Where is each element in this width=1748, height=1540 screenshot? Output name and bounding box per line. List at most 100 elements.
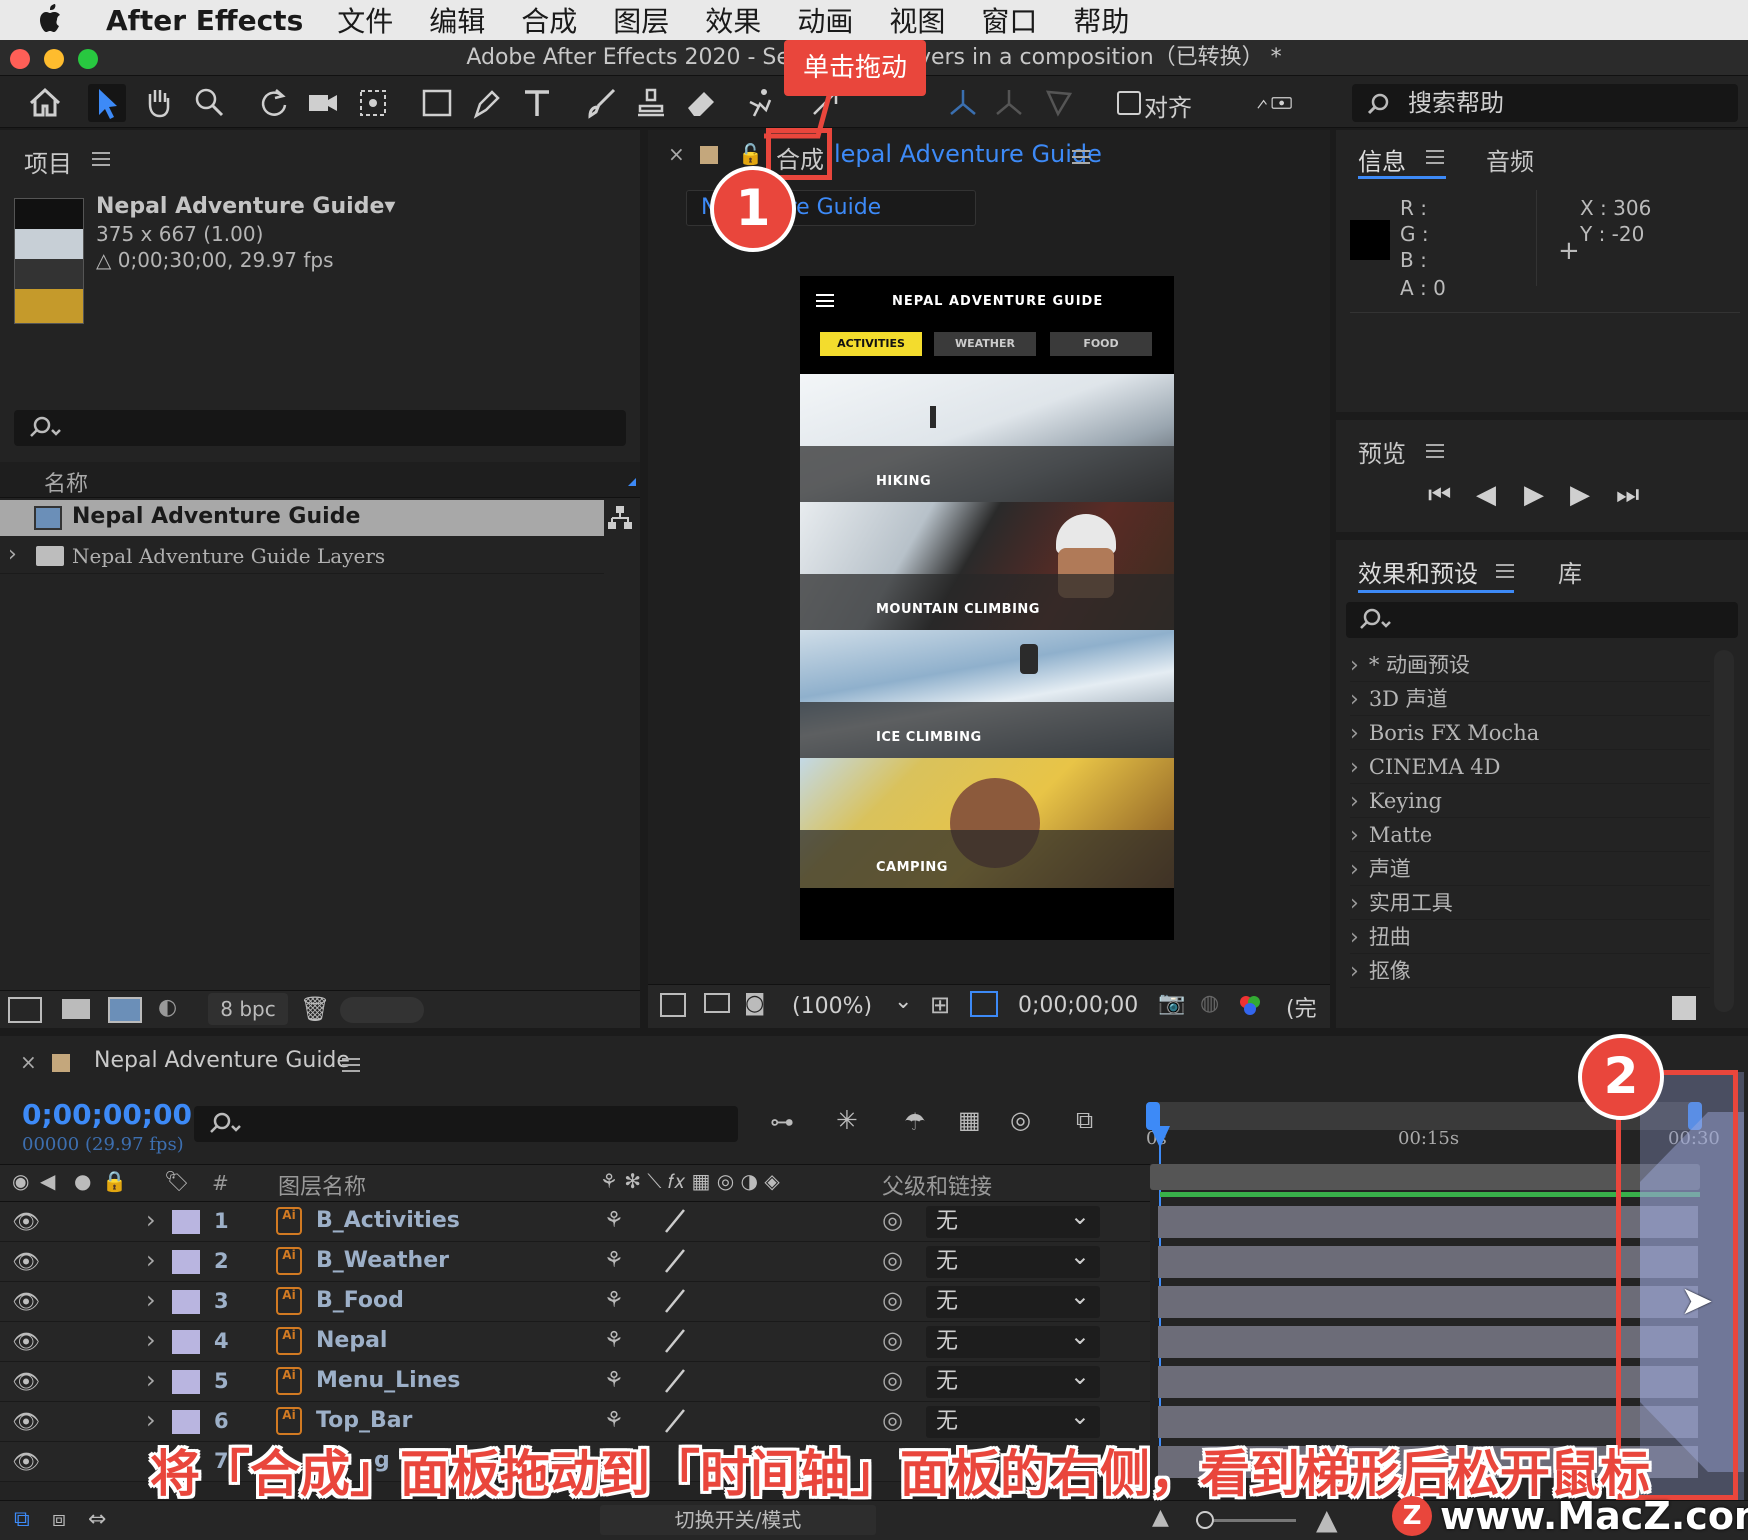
project-search-input[interactable] [14,410,626,446]
axis-local-icon[interactable] [944,84,982,122]
audio-tab[interactable]: 音频 [1486,142,1534,177]
zoom-out-icon[interactable]: ▲ [1152,1505,1169,1530]
expand-chevron-icon[interactable]: › [146,1286,156,1314]
menu-layer[interactable]: 图层 [613,0,669,40]
close-window-button[interactable] [10,49,30,69]
flowchart-icon[interactable] [606,504,634,536]
menu-composition[interactable]: 合成 [521,0,577,40]
new-preset-icon[interactable] [1672,996,1696,1020]
pan-behind-tool-icon[interactable] [354,84,392,122]
expand-chevron-icon[interactable]: › [146,1246,156,1274]
close-tab-icon[interactable]: × [20,1050,37,1074]
menu-view[interactable]: 视图 [889,0,945,40]
label-color-swatch[interactable] [172,1290,200,1314]
eye-icon[interactable]: 👁 [12,1290,40,1315]
project-item-folder[interactable]: › Nepal Adventure Guide Layers [0,538,604,574]
video-switch-icon[interactable]: ◉ [12,1169,29,1193]
layer-name[interactable]: B_Activities [316,1208,460,1233]
minimize-window-button[interactable] [44,49,64,69]
layer-name[interactable]: Menu_Lines [316,1368,460,1393]
eye-icon[interactable]: 👁 [12,1210,40,1235]
preview-panel-title[interactable]: 预览 [1358,434,1406,469]
effects-item[interactable]: CINEMA 4D [1350,750,1710,784]
audio-switch-icon[interactable]: ◀︎ [40,1169,55,1193]
parent-dropdown[interactable]: 无 [926,1280,1100,1318]
label-color-swatch[interactable] [172,1410,200,1434]
shy-switch-icon[interactable]: ⚘ [604,1368,624,1393]
quality-switch-icon[interactable] [662,1326,688,1356]
label-tag-icon[interactable]: 🏷 [164,1169,189,1193]
menu-file[interactable]: 文件 [337,0,393,40]
draft-3d-icon[interactable]: ✳ [836,1106,858,1136]
shy-switch-icon[interactable]: ⚘ [604,1208,624,1233]
mask-visibility-icon[interactable] [970,991,998,1017]
snapshot-camera-icon[interactable]: 📷 [1158,991,1185,1016]
frame-blending-icon[interactable]: ▦ [958,1106,981,1134]
effects-item[interactable]: Boris FX Mocha [1350,716,1710,750]
zoom-window-button[interactable] [78,49,98,69]
panel-menu-icon[interactable] [92,152,110,166]
zoom-in-icon[interactable]: ▲ [1316,1503,1338,1536]
expand-chevron-icon[interactable]: › [146,1366,156,1394]
workspace-options-icon[interactable] [1256,84,1336,122]
layer-name[interactable]: B_Weather [316,1248,449,1273]
menu-window[interactable]: 窗口 [981,0,1037,40]
label-color-swatch[interactable] [172,1370,200,1394]
quality-switch-icon[interactable] [662,1246,688,1276]
trash-icon[interactable]: 🗑 [300,995,330,1023]
resolution-dropdown[interactable]: (完 [1286,991,1317,1023]
panel-menu-icon[interactable] [1072,150,1090,164]
solo-switch-icon[interactable]: ● [74,1169,91,1193]
panel-menu-icon[interactable] [1426,444,1444,458]
switches-header-icons[interactable]: ⚘ ✻ ⟍ 𝑓𝑥 ▦ ◎ ◑ ◈ [600,1169,780,1193]
play-icon[interactable]: ▶︎ [1524,480,1544,510]
layer-row[interactable]: 👁 › 5 Ai Menu_Lines ⚘ ◎ 无 [0,1360,1150,1402]
project-comp-name[interactable]: Nepal Adventure Guide▾ [96,194,395,219]
shy-layers-icon[interactable]: ☂ [904,1108,926,1136]
effects-search-input[interactable] [1346,602,1738,638]
layer-row[interactable]: 👁 › 2 Ai B_Weather ⚘ ◎ 无 [0,1240,1150,1282]
panel-menu-icon[interactable] [1496,564,1514,578]
eye-icon[interactable]: 👁 [12,1370,40,1395]
eraser-tool-icon[interactable] [682,84,720,122]
first-frame-icon[interactable]: ⏮ [1428,480,1451,511]
timeline-search-input[interactable] [194,1106,738,1142]
comp-timecode[interactable]: 0;00;00;00 [1010,989,1140,1023]
hand-tool-icon[interactable] [140,84,178,122]
parent-dropdown[interactable]: 无 [926,1240,1100,1278]
layer-name[interactable]: Top_Bar [316,1408,412,1433]
quality-switch-icon[interactable] [662,1286,688,1316]
effects-item[interactable]: Matte [1350,818,1710,852]
shy-switch-icon[interactable]: ⚘ [604,1248,624,1273]
vr-icon[interactable]: ◙ [744,991,765,1016]
layer-row[interactable]: 👁 › 4 Ai Nepal ⚘ ◎ 无 [0,1320,1150,1362]
new-folder-icon[interactable] [62,999,90,1019]
layer-number-header[interactable]: # [212,1171,229,1195]
parent-dropdown[interactable]: 无 [926,1200,1100,1238]
effects-item[interactable]: Keying [1350,784,1710,818]
toggle-switches-modes-button[interactable]: 切换开关/模式 [600,1505,876,1535]
selection-tool-icon[interactable] [88,84,126,122]
snap-checkbox[interactable] [1110,84,1141,122]
interpret-footage-icon[interactable] [8,997,42,1023]
pick-whip-icon[interactable]: ◎ [882,1246,903,1274]
camera-tool-icon[interactable] [304,84,342,122]
monitor-icon[interactable] [704,993,730,1013]
home-icon[interactable] [26,84,64,122]
parent-link-header[interactable]: 父级和链接 [882,1169,992,1201]
in-out-panes-icon[interactable]: ⇔ [88,1507,106,1532]
previous-frame-icon[interactable]: ◀︎ [1476,480,1496,510]
next-frame-icon[interactable]: ▶︎ [1570,480,1590,510]
zoom-dropdown[interactable]: (100%) [784,991,900,1023]
chevron-down-icon[interactable]: ⌄ [894,989,912,1014]
axis-view-icon[interactable] [1040,84,1078,122]
eye-icon[interactable]: 👁 [12,1330,40,1355]
bit-depth-button[interactable]: 8 bpc [208,993,288,1025]
effects-item[interactable]: 抠像 [1350,954,1710,988]
time-zoom-slider-knob[interactable] [1196,1511,1214,1529]
menu-effect[interactable]: 效果 [705,0,761,40]
project-item-comp[interactable]: Nepal Adventure Guide [0,500,604,536]
project-settings-icon[interactable]: ◐ [158,995,177,1020]
layer-name[interactable]: Nepal [316,1328,387,1353]
menu-help[interactable]: 帮助 [1073,0,1129,40]
